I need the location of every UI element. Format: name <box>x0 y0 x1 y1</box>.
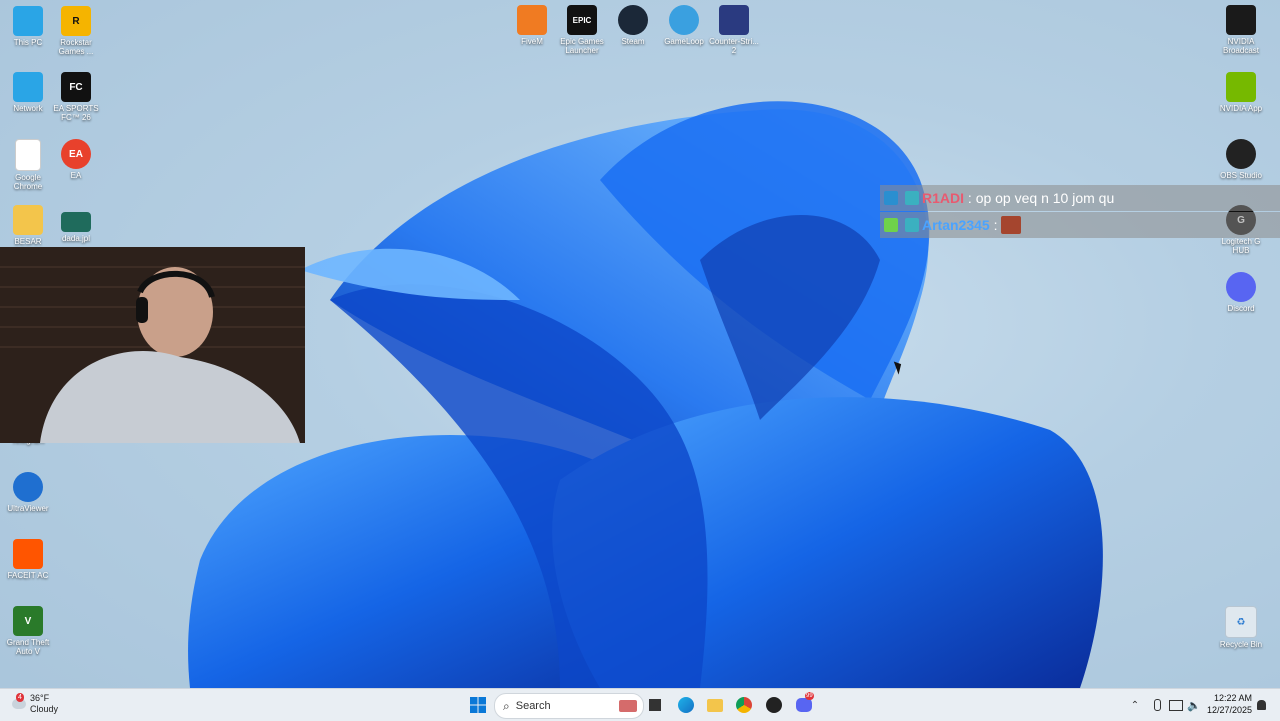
task-view-icon <box>649 699 661 711</box>
taskbar-obs[interactable] <box>764 695 784 715</box>
file-icon <box>15 139 41 171</box>
chat-emote-icon <box>1001 216 1022 234</box>
desktop-icon-ea-fc26[interactable]: FC EA SPORTS FC™ 26 <box>48 72 104 122</box>
tray-clock[interactable]: 12:22 AM 12/27/2025 <box>1207 692 1252 716</box>
network-icon <box>1169 699 1183 711</box>
desktop-icon-obs[interactable]: OBS Studio <box>1213 139 1269 180</box>
desktop-icon-cs2[interactable]: Counter-Stri... 2 <box>706 5 762 55</box>
tray-network[interactable] <box>1168 695 1184 715</box>
network-icon <box>13 72 43 102</box>
chat-separator: : <box>964 190 976 206</box>
webcam-overlay <box>0 247 305 443</box>
nvidia-broadcast-icon <box>1226 5 1256 35</box>
desktop-icon-dada[interactable]: dada.jpl <box>48 212 104 243</box>
taskbar-search[interactable]: ⌕ Search <box>494 693 644 719</box>
tray-overflow-chevron[interactable]: ⌃ <box>1128 695 1142 715</box>
recycle-bin-icon: ♻ <box>1225 606 1257 638</box>
discord-icon <box>1226 272 1256 302</box>
nvidia-icon <box>1226 72 1256 102</box>
clock-date: 12/27/2025 <box>1206 705 1252 715</box>
faceit-icon <box>13 539 43 569</box>
chat-badge-icon <box>905 218 919 232</box>
gta-icon: V <box>13 606 43 636</box>
search-highlight-icon <box>619 700 637 712</box>
chat-badge-icon <box>884 191 898 205</box>
desktop-icon-faceit[interactable]: FACEIT AC <box>0 539 56 580</box>
chat-separator: : <box>989 217 1002 233</box>
fc26-icon: FC <box>61 72 91 102</box>
discord-icon: 99 <box>796 692 814 712</box>
fivem-icon <box>517 5 547 35</box>
chat-message-1: R1ADI : op op veq n 10 jom qu <box>880 185 1280 211</box>
chat-username: R1ADI <box>922 190 965 206</box>
volume-icon: 🔈 <box>1187 699 1201 712</box>
chat-badge-icon <box>905 191 919 205</box>
rockstar-icon: R <box>61 6 91 36</box>
tray-notifications[interactable] <box>1254 695 1268 715</box>
windows-icon <box>470 697 486 713</box>
tray-volume[interactable]: 🔈 <box>1186 695 1202 715</box>
taskbar-discord[interactable]: 99 <box>793 692 815 715</box>
edge-icon <box>678 697 694 713</box>
desktop-icon-gta5[interactable]: V Grand Theft Auto V <box>0 606 56 656</box>
desktop-icon-rockstar[interactable]: R Rockstar Games ... <box>48 6 104 56</box>
obs-icon <box>766 697 782 713</box>
tray-microphone[interactable] <box>1150 695 1164 715</box>
monitor-icon <box>13 6 43 36</box>
image-icon <box>61 212 91 232</box>
desktop-icon-epic[interactable]: EPIC Epic Games Launcher <box>554 5 610 55</box>
desktop-icon-nvidia-broadcast[interactable]: NVIDIA Broadcast <box>1213 5 1269 55</box>
chrome-icon <box>736 697 752 713</box>
desktop-icon-ultraviewer[interactable]: UltraViewer <box>0 472 56 513</box>
chevron-up-icon: ⌃ <box>1130 699 1140 711</box>
ultraviewer-icon <box>13 472 43 502</box>
taskbar-edge[interactable] <box>676 695 696 715</box>
taskbar: 4 36°F Cloudy ⌕ Search 99 ⌃ 🔈 12:22 AM 1… <box>0 688 1280 721</box>
weather-widget[interactable]: 4 36°F Cloudy <box>12 693 58 715</box>
folder-icon <box>707 698 723 712</box>
start-button[interactable] <box>468 695 488 715</box>
chat-message-text: op op veq n 10 jom qu <box>975 190 1115 206</box>
steam-icon <box>618 5 648 35</box>
taskbar-task-view[interactable] <box>646 695 664 715</box>
discord-badge: 99 <box>805 692 814 700</box>
webcam-feed <box>0 247 305 443</box>
clock-time: 12:22 AM <box>1213 693 1252 703</box>
search-placeholder: Search <box>515 700 551 712</box>
desktop-icon-steam[interactable]: Steam <box>605 5 661 46</box>
gameloop-icon <box>669 5 699 35</box>
weather-icon: 4 <box>12 693 26 709</box>
desktop-icon-nvidia-app[interactable]: NVIDIA App <box>1213 72 1269 113</box>
folder-icon <box>13 205 43 235</box>
ea-icon: EA <box>61 139 91 169</box>
chat-username: Artan2345 <box>922 217 990 233</box>
chat-badge-icon <box>884 218 898 232</box>
desktop-icon-gameloop[interactable]: GameLoop <box>656 5 712 46</box>
microphone-icon <box>1153 699 1161 711</box>
desktop-icon-fivem[interactable]: FiveM <box>504 5 560 46</box>
desktop-icon-ea[interactable]: EA EA <box>48 139 104 180</box>
chat-message-2: Artan2345 : <box>880 212 1280 238</box>
taskbar-file-explorer[interactable] <box>705 695 725 715</box>
epic-icon: EPIC <box>567 5 597 35</box>
desktop-icon-discord[interactable]: Discord <box>1213 272 1269 313</box>
cs2-icon <box>719 5 749 35</box>
obs-icon <box>1226 139 1256 169</box>
bell-icon <box>1256 700 1266 710</box>
search-icon: ⌕ <box>503 698 510 713</box>
taskbar-chrome[interactable] <box>734 695 754 715</box>
weather-temp: 36°F <box>30 693 50 703</box>
desktop-icon-recycle-bin[interactable]: ♻ Recycle Bin <box>1213 606 1269 649</box>
weather-desc: Cloudy <box>30 704 59 714</box>
weather-badge: 4 <box>16 693 24 702</box>
